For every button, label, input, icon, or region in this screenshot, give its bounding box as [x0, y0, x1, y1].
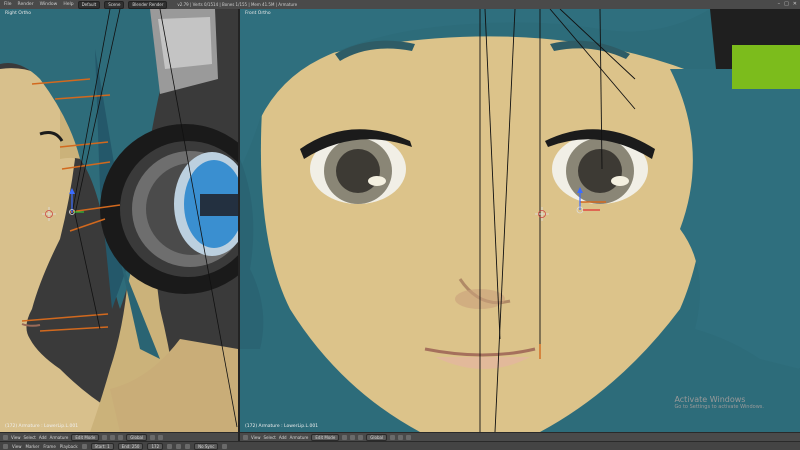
- layer-icon[interactable]: [390, 434, 396, 440]
- watermark-title: Activate Windows: [674, 395, 746, 404]
- viewport-front-ortho[interactable]: Front Ortho Activate Windows Go to Setti…: [240, 9, 800, 432]
- viewport-label: Front Ortho: [245, 11, 271, 16]
- menu-view[interactable]: View: [12, 444, 22, 449]
- close-icon[interactable]: ✕: [793, 1, 797, 7]
- viewport-label: Right Ortho: [5, 11, 32, 16]
- manipulator-icon[interactable]: [574, 184, 604, 214]
- viewport-status: (172) Armature : LowerLip.L.001: [245, 424, 319, 429]
- activate-windows-watermark: Activate Windows Go to Settings to activ…: [674, 395, 764, 410]
- proportional-edit-icon[interactable]: [406, 434, 412, 440]
- end-frame-field[interactable]: End: 250: [117, 442, 144, 450]
- mode-select[interactable]: Edit Mode: [71, 433, 100, 441]
- menu-view[interactable]: View: [251, 435, 261, 440]
- jump-start-icon[interactable]: [167, 443, 173, 449]
- layer-icon[interactable]: [150, 434, 156, 440]
- 3d-cursor-icon[interactable]: [535, 207, 549, 221]
- 3d-cursor-icon[interactable]: [42, 207, 56, 221]
- menu-render[interactable]: Render: [18, 2, 34, 7]
- snap-icon[interactable]: [398, 434, 404, 440]
- orientation-select[interactable]: Global: [126, 433, 148, 441]
- menu-window[interactable]: Window: [40, 2, 58, 7]
- manipulator-toggle-icon[interactable]: [118, 434, 124, 440]
- end-value: 250: [131, 443, 140, 449]
- menu-file[interactable]: File: [4, 2, 12, 7]
- timeline-header: View Marker Frame Playback Start: 1 End:…: [0, 441, 800, 450]
- menu-add[interactable]: Add: [39, 435, 47, 440]
- pivot-icon[interactable]: [110, 434, 116, 440]
- viewport-right-ortho[interactable]: Right Ortho (172) Armature: LowerLip.L.…: [0, 9, 238, 432]
- viewport-status: (172) Armature : LowerLip.L.001: [5, 424, 79, 429]
- editor-type-icon[interactable]: [3, 434, 8, 440]
- main-menu: File Render Window Help: [0, 2, 74, 7]
- manipulator-icon[interactable]: [66, 185, 86, 215]
- menu-marker[interactable]: Marker: [26, 444, 40, 449]
- current-frame-field[interactable]: 172: [147, 442, 164, 450]
- keyframe-record-icon[interactable]: [222, 443, 228, 449]
- left-view-header: View Select Add Armature Edit Mode Globa…: [0, 432, 238, 441]
- menu-select[interactable]: Select: [24, 435, 36, 440]
- start-frame-field[interactable]: Start: 1: [90, 442, 114, 450]
- stats-text: v2.79 | Verts 0/1514 | Bones 1/155 | Mem…: [177, 2, 298, 7]
- menu-add[interactable]: Add: [279, 435, 287, 440]
- shading-icon[interactable]: [102, 434, 108, 440]
- snap-icon[interactable]: [158, 434, 164, 440]
- watermark-subtitle: Go to Settings to activate Windows.: [674, 404, 764, 410]
- screen-layout-field[interactable]: Default: [77, 0, 101, 9]
- side-profile-render: [0, 9, 238, 432]
- render-engine-select[interactable]: Blender Render: [128, 0, 168, 9]
- editor-type-icon[interactable]: [243, 434, 248, 440]
- start-value: 1: [107, 443, 110, 449]
- orientation-select[interactable]: Global: [366, 433, 388, 441]
- menu-frame[interactable]: Frame: [43, 444, 55, 449]
- manipulator-toggle-icon[interactable]: [358, 434, 364, 440]
- play-icon[interactable]: [176, 443, 182, 449]
- right-view-header: View Select Add Armature Edit Mode Globa…: [240, 432, 800, 441]
- front-face-render: [240, 9, 800, 432]
- mode-select[interactable]: Edit Mode: [311, 433, 340, 441]
- menu-armature[interactable]: Armature: [50, 435, 69, 440]
- window-controls: – □ ✕: [778, 1, 797, 7]
- overlay-green-box: [732, 45, 800, 89]
- scene-field[interactable]: Scene: [104, 0, 125, 9]
- maximize-icon[interactable]: □: [784, 1, 789, 7]
- editor-type-icon[interactable]: [3, 443, 8, 449]
- sync-select[interactable]: No Sync: [194, 442, 219, 450]
- shading-icon[interactable]: [342, 434, 348, 440]
- minimize-icon[interactable]: –: [778, 1, 781, 7]
- preview-range-icon[interactable]: [81, 443, 87, 449]
- menu-help[interactable]: Help: [63, 2, 73, 7]
- menu-select[interactable]: Select: [264, 435, 276, 440]
- start-label: Start:: [94, 443, 106, 449]
- menu-view[interactable]: View: [11, 435, 21, 440]
- menu-playback[interactable]: Playback: [60, 444, 78, 449]
- menu-armature[interactable]: Armature: [290, 435, 309, 440]
- end-label: End:: [121, 443, 131, 449]
- jump-end-icon[interactable]: [185, 443, 191, 449]
- pivot-icon[interactable]: [350, 434, 356, 440]
